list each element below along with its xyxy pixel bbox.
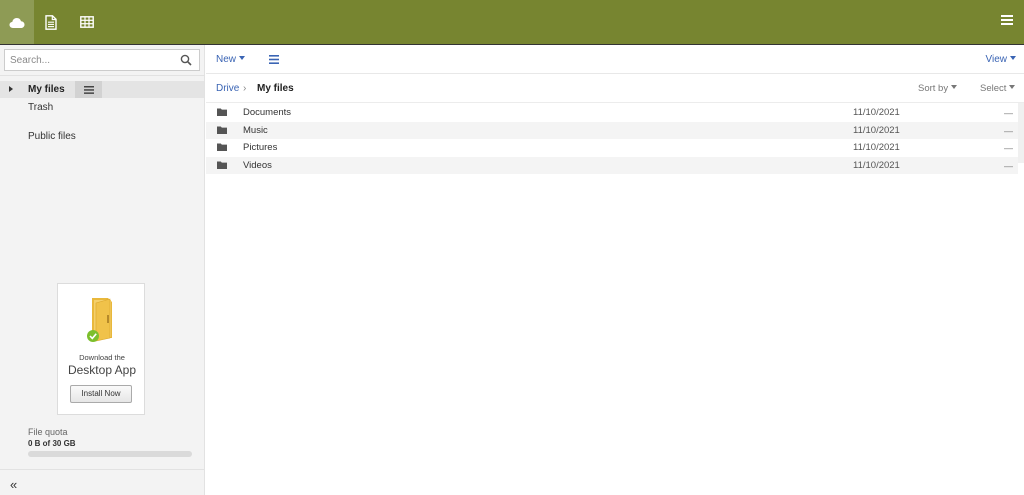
sort-by-button[interactable]: Sort by (918, 83, 958, 95)
folder-icon (217, 143, 227, 151)
promo-title: Desktop App (67, 363, 137, 377)
divider (0, 75, 204, 76)
list-view-icon[interactable] (269, 55, 279, 64)
file-name: Documents (243, 107, 292, 118)
expand-caret-icon[interactable] (9, 86, 13, 92)
collapse-sidebar-button[interactable]: « (10, 478, 17, 491)
chevron-down-icon (951, 85, 958, 90)
desktop-app-promo: Download the Desktop App Install Now (57, 283, 145, 415)
file-date: 11/10/2021 (853, 159, 900, 171)
folder-icon (217, 161, 227, 169)
file-date: 11/10/2021 (853, 124, 900, 136)
chevron-down-icon (239, 56, 246, 61)
file-row[interactable]: Music 11/10/2021 — (206, 121, 1018, 139)
breadcrumb-separator: › (243, 83, 247, 94)
folder-icon (217, 126, 227, 134)
document-icon (45, 14, 57, 30)
file-date: 11/10/2021 (853, 142, 900, 153)
file-name: Pictures (243, 142, 278, 153)
file-size: — (1004, 108, 1013, 118)
install-now-button[interactable]: Install Now (70, 385, 132, 403)
sidebar-item-trash[interactable]: Trash (28, 101, 53, 114)
main-content: New View Drive › My files Sort by Select… (206, 45, 1024, 495)
divider (0, 469, 204, 470)
chevron-down-icon (1009, 85, 1016, 90)
app-docs-button[interactable] (34, 0, 68, 44)
folder-icon (217, 108, 227, 116)
sidebar-item-label: My files (28, 84, 65, 95)
new-button[interactable]: New (216, 54, 246, 66)
hamburger-menu-icon (83, 85, 94, 94)
sort-by-label: Sort by (918, 83, 949, 94)
top-bar (0, 0, 1024, 45)
search-input[interactable] (5, 50, 175, 70)
file-list: Documents 11/10/2021 — Music 11/10/2021 … (206, 104, 1024, 174)
desktop-folder-icon (87, 298, 112, 342)
sidebar-item-public-files[interactable]: Public files (28, 130, 76, 143)
search-box (4, 49, 200, 71)
view-button[interactable]: View (985, 54, 1016, 66)
select-label: Select (980, 83, 1007, 94)
select-button[interactable]: Select (980, 83, 1016, 95)
cloud-icon (9, 17, 25, 28)
sidebar: My files Trash Public files Download the… (0, 45, 205, 495)
file-date: 11/10/2021 (853, 107, 900, 118)
file-quota-label: File quota (28, 427, 68, 437)
search-icon[interactable] (180, 54, 192, 66)
file-row[interactable]: Videos 11/10/2021 — (206, 156, 1018, 174)
app-drive-button[interactable] (0, 0, 34, 44)
breadcrumb-current: My files (257, 83, 294, 94)
file-quota-value: 0 B of 30 GB (28, 439, 76, 448)
file-size: — (1004, 125, 1013, 136)
folder-options-button[interactable] (75, 81, 102, 98)
sidebar-item-my-files[interactable]: My files (0, 81, 204, 98)
app-sheets-button[interactable] (70, 0, 104, 44)
spreadsheet-icon (80, 16, 94, 28)
chevron-down-icon (1010, 56, 1016, 61)
file-row[interactable]: Documents 11/10/2021 — (206, 104, 1018, 122)
new-button-label: New (216, 54, 237, 65)
breadcrumb: Drive › My files Sort by Select (206, 75, 1024, 163)
file-row[interactable]: Pictures 11/10/2021 — (206, 139, 1018, 157)
file-name: Music (243, 124, 268, 136)
toolbar: New View (206, 45, 1024, 74)
view-button-label: View (985, 54, 1008, 65)
file-size: — (1004, 143, 1013, 153)
hamburger-menu-icon (1001, 15, 1013, 25)
breadcrumb-drive[interactable]: Drive (216, 83, 239, 95)
file-size: — (1004, 160, 1013, 171)
file-quota-bar (28, 451, 192, 457)
file-name: Videos (243, 159, 272, 171)
main-menu-button[interactable] (1000, 14, 1014, 28)
promo-text: Download the (79, 353, 125, 362)
